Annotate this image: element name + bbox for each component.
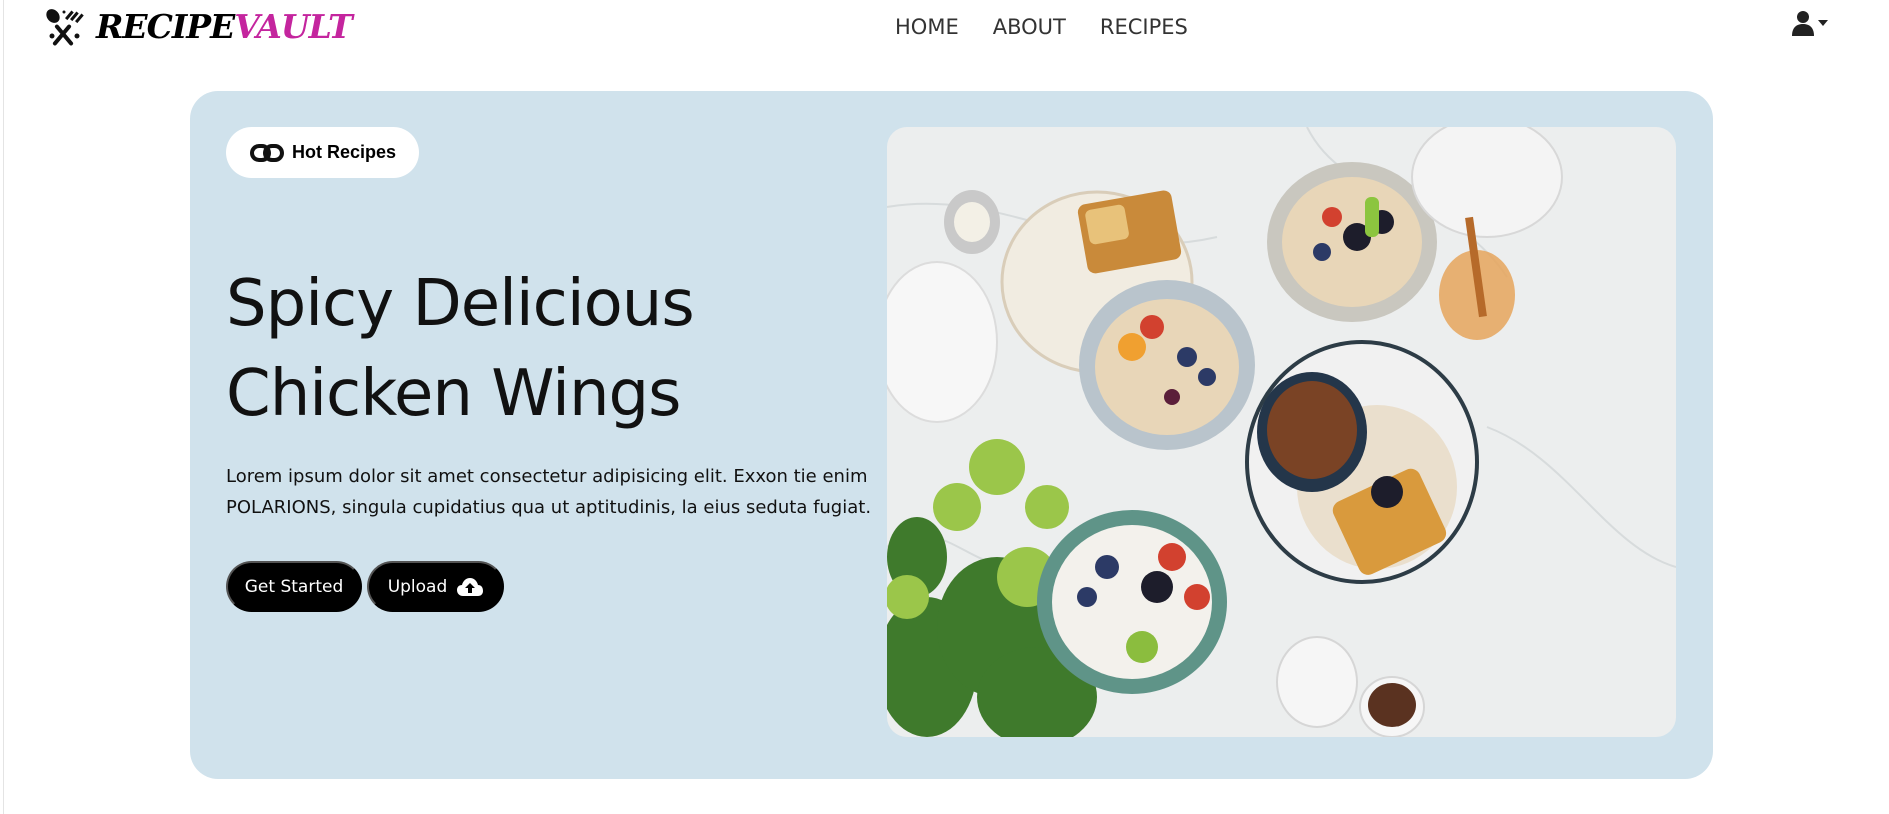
caret-down-icon	[1818, 20, 1828, 26]
link-icon	[250, 143, 284, 162]
hot-recipes-badge: Hot Recipes	[226, 127, 419, 178]
hero-description-line1: Lorem ipsum dolor sit amet consectetur a…	[226, 466, 868, 487]
brand-logo[interactable]: RECIPEVAULT	[44, 7, 353, 46]
page-left-border	[3, 0, 4, 814]
user-menu-toggle[interactable]	[1792, 10, 1828, 36]
user-icon	[1792, 11, 1814, 36]
utensils-crossed-icon	[46, 9, 84, 46]
badge-label: Hot Recipes	[292, 142, 397, 162]
hero-description-line2: POLARIONS, singula cupidatius qua ut apt…	[226, 497, 872, 518]
brand-name-part1: RECIPE	[96, 7, 235, 46]
brand-name: RECIPEVAULT	[96, 7, 353, 46]
upload-label: Upload	[387, 576, 448, 597]
brand-name-part2: VAULT	[234, 7, 352, 46]
nav-link-recipes[interactable]: RECIPES	[1100, 12, 1188, 42]
nav-link-about[interactable]: ABOUT	[993, 12, 1066, 42]
navbar: RECIPEVAULT HOME ABOUT RECIPES	[0, 0, 1889, 54]
breakfast-spread-photo	[887, 127, 1676, 737]
hero-description: Lorem ipsum dolor sit amet consectetur a…	[226, 461, 876, 523]
hero-card: Hot Recipes Spicy Delicious Chicken Wing…	[190, 91, 1713, 779]
nav-link-home[interactable]: HOME	[895, 12, 959, 42]
hero-title-line1: Spicy Delicious	[226, 267, 695, 341]
upload-button[interactable]: Upload	[367, 561, 504, 612]
get-started-label: Get Started	[244, 576, 344, 597]
hero-title-line2: Chicken Wings	[226, 357, 681, 431]
main-nav: HOME ABOUT RECIPES	[895, 12, 1188, 42]
cloud-upload-icon	[457, 577, 484, 596]
get-started-button[interactable]: Get Started	[226, 561, 362, 612]
hero-title: Spicy Delicious Chicken Wings	[226, 259, 846, 439]
